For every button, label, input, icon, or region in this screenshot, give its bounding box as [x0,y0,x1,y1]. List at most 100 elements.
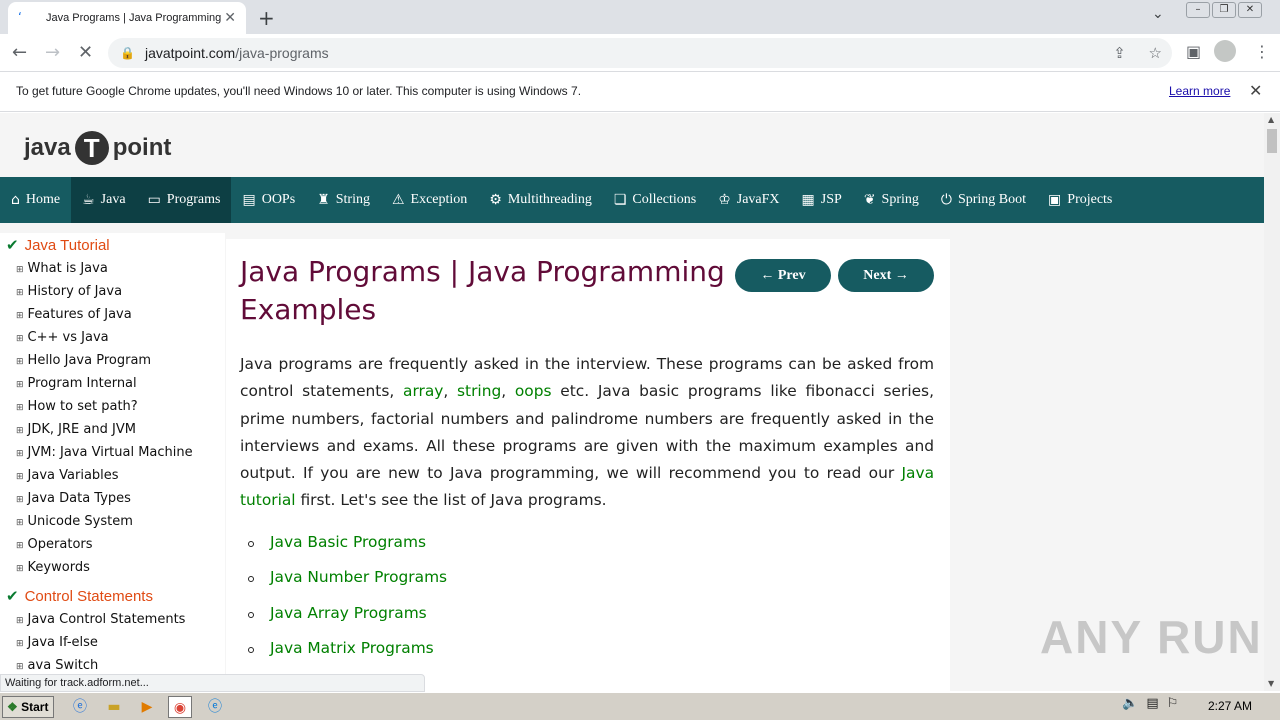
page-scrollbar[interactable]: ▲ ▼ [1264,113,1280,691]
oops-link[interactable]: oops [515,382,552,400]
infobar-close-icon[interactable]: ✕ [1249,81,1262,100]
volume-icon[interactable]: 🔈 [1122,696,1138,711]
program-link[interactable]: Java Array Programs [270,604,427,622]
url-text[interactable]: javatpoint.com/java-programs [145,45,329,61]
tab-title: Java Programs | Java Programming E [46,12,221,24]
omnibox-actions: ⇪ ☆ [1095,44,1162,62]
network-icon[interactable]: ▤ [1146,696,1158,711]
nav-home[interactable]: ⌂ Home [0,177,71,223]
address-bar[interactable]: 🔒 javatpoint.com/java-programs ⇪ ☆ [108,38,1172,68]
tab-search-chevron-icon[interactable]: ⌄ [1152,6,1164,22]
nav-string[interactable]: ♜ String [306,177,381,223]
sidebar-heading-label: Java Tutorial [24,237,110,254]
scrollbar-thumb[interactable] [1267,129,1277,153]
back-arrow-icon[interactable]: ← [12,42,27,63]
nav-projects[interactable]: ▣ Projects [1037,177,1123,223]
intro-text: first. Let's see the list of Java progra… [295,491,607,510]
nav-oops[interactable]: ▤ OOPs [231,177,306,223]
sidebar-item[interactable]: ⊞ Operators [0,533,225,556]
monitor-icon: ▭ [147,192,161,208]
tab-close-icon[interactable]: ✕ [224,10,236,26]
flag-icon[interactable]: ⚐ [1167,696,1179,711]
close-window-button[interactable]: ✕ [1238,2,1262,18]
nav-multithreading[interactable]: ⚙ Multithreading [478,177,603,223]
sidebar-item[interactable]: ⊞ Unicode System [0,510,225,533]
nav-spring[interactable]: ❦ Spring [853,177,930,223]
prev-button[interactable]: ← Prev [735,259,831,292]
program-link[interactable]: Java Number Programs [270,568,447,586]
nav-collections[interactable]: ❏ Collections [603,177,707,223]
nav-label: JSP [820,192,842,207]
restore-button[interactable]: ❐ [1212,2,1236,18]
sidebar-heading-control-statements[interactable]: ✔ Control Statements [0,584,225,608]
nav-label: Java [100,192,126,207]
side-panel-icon[interactable]: ▣ [1186,42,1201,61]
javatpoint-favicon-icon: ʻ [18,10,22,24]
array-link[interactable]: array [403,382,443,400]
media-player-icon[interactable]: ▶ [135,696,159,718]
sidebar-item[interactable]: ⊞ Java If-else [0,631,225,654]
sidebar-heading-java-tutorial[interactable]: ✔ Java Tutorial [0,233,225,257]
sidebar-item[interactable]: ⊞ Features of Java [0,303,225,326]
sidebar-item[interactable]: ⊞ JDK, JRE and JVM [0,418,225,441]
taskbar-clock[interactable]: 2:27 AM [1208,699,1252,713]
system-tray: 🔈 ▤ ⚐ [1122,696,1178,711]
nav-programs[interactable]: ▭ Programs [136,177,232,223]
bookmark-star-icon[interactable]: ☆ [1149,44,1162,62]
string-link[interactable]: string [457,382,501,400]
sidebar-item[interactable]: ⊞ Program Internal [0,372,225,395]
scroll-down-icon[interactable]: ▼ [1268,679,1274,688]
browser-tab[interactable]: ʻ Java Programs | Java Programming E ✕ [8,2,246,34]
program-link[interactable]: Java Basic Programs [270,533,426,551]
status-bar: Waiting for track.adform.net... [0,674,425,692]
nav-label: Multithreading [507,192,592,207]
sidebar-item[interactable]: ⊞ What is Java [0,257,225,280]
sidebar-item[interactable]: ⊞ Java Variables [0,464,225,487]
nav-label: JavaFX [736,192,780,207]
expand-bullet-icon: ⊞ [16,449,24,459]
sidebar-item[interactable]: ⊞ Keywords [0,556,225,579]
nav-spring-boot[interactable]: ⏻ Spring Boot [930,177,1037,223]
learn-more-link[interactable]: Learn more [1169,84,1230,98]
forward-arrow-icon[interactable]: → [45,42,60,63]
minimize-button[interactable]: – [1186,2,1210,18]
menu-kebab-icon[interactable]: ⋮ [1254,42,1270,61]
expand-bullet-icon: ⊞ [16,662,24,672]
nav-javafx[interactable]: ♔ JavaFX [707,177,790,223]
nav-label: OOPs [261,192,296,207]
logo-t-icon: T [74,131,109,165]
list-item: Java Number Programs [240,568,934,604]
profile-avatar[interactable] [1214,40,1236,62]
chrome-icon[interactable]: ◉ [168,696,192,718]
lock-icon[interactable]: 🔒 [120,46,135,60]
explorer-folder-icon[interactable]: ▬ [102,696,126,718]
next-button[interactable]: Next → [838,259,934,292]
edge-icon[interactable]: ⓔ [203,696,227,718]
nav-exception[interactable]: ⚠ Exception [381,177,478,223]
windows-taskbar: ❖ Start ⓔ ▬ ▶ ◉ ⓔ 🔈 ▤ ⚐ 2:27 AM [0,692,1280,720]
program-link[interactable]: Java Matrix Programs [270,639,434,657]
stop-loading-icon[interactable]: ✕ [78,42,93,63]
home-icon: ⌂ [11,192,20,208]
javatpoint-logo[interactable]: java T point [24,131,171,165]
expand-bullet-icon: ⊞ [16,541,24,551]
expand-bullet-icon: ⊞ [16,639,24,649]
sidebar-item[interactable]: ⊞ Hello Java Program [0,349,225,372]
sidebar-item[interactable]: ⊞ History of Java [0,280,225,303]
sidebar-item[interactable]: ⊞ How to set path? [0,395,225,418]
sidebar-item[interactable]: ⊞ Java Data Types [0,487,225,510]
start-button[interactable]: ❖ Start [2,696,54,718]
sidebar-item[interactable]: ⊞ Java Control Statements [0,608,225,631]
new-tab-button[interactable]: + [258,6,275,30]
url-path: /java-programs [235,45,329,61]
list-item: Java Matrix Programs [240,639,934,675]
sidebar-item[interactable]: ⊞ JVM: Java Virtual Machine [0,441,225,464]
url-domain: javatpoint.com [144,45,236,61]
scroll-up-icon[interactable]: ▲ [1268,115,1274,124]
sidebar-item[interactable]: ⊞ C++ vs Java [0,326,225,349]
ie-icon[interactable]: ⓔ [68,696,92,718]
share-icon[interactable]: ⇪ [1113,44,1126,62]
main-content: Java Programs | Java Programming Example… [226,239,950,691]
nav-jsp[interactable]: ▦ JSP [791,177,853,223]
nav-java[interactable]: ☕ Java [71,177,137,223]
